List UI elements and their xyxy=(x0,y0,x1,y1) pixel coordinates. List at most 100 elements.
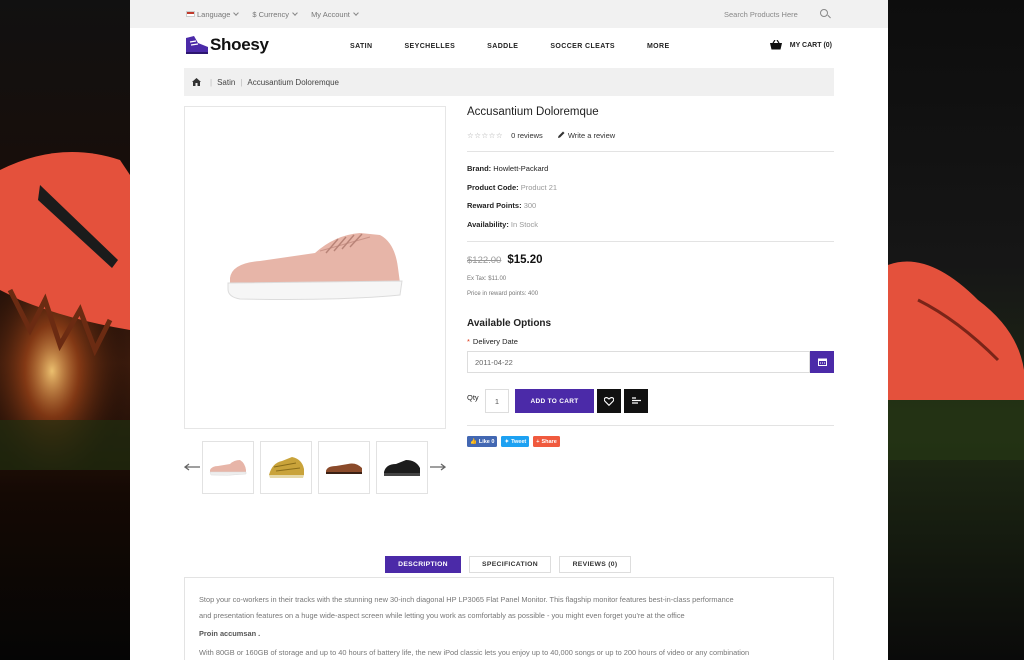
facebook-like-label: Like 0 xyxy=(478,438,495,445)
shoe-logo-icon xyxy=(186,36,208,54)
quantity-input[interactable] xyxy=(485,389,509,413)
wishlist-button[interactable] xyxy=(597,389,621,413)
spec-label: Availability: xyxy=(467,219,509,229)
breadcrumb-separator: | xyxy=(240,77,243,87)
spec-value[interactable]: Howlett-Packard xyxy=(493,164,548,173)
spec-value: In Stock xyxy=(510,219,539,229)
add-to-cart-button[interactable]: ADD TO CART xyxy=(515,389,594,413)
compare-button[interactable] xyxy=(624,389,648,413)
product-title: Accusantium Doloremque xyxy=(467,106,599,118)
thumbnail-gold-sneaker[interactable] xyxy=(260,441,312,494)
share-button[interactable]: + Share xyxy=(533,436,560,447)
nav-item-saddle[interactable]: SADDLE xyxy=(487,43,518,50)
spec-label: Reward Points: xyxy=(467,201,522,210)
price-row: $122.00 $15.20 xyxy=(467,254,834,266)
tab-specification[interactable]: SPECIFICATION xyxy=(469,556,551,573)
account-label: My Account xyxy=(311,9,350,19)
plus-icon: + xyxy=(536,438,540,445)
rating-stars: ☆☆☆☆☆ xyxy=(467,130,504,140)
heart-icon xyxy=(604,396,614,406)
pink-sneaker-image xyxy=(209,459,247,476)
thumbnail-strip xyxy=(184,441,446,495)
social-share-row: 👍 Like 0 ✦ Tweet + Share xyxy=(467,436,834,447)
reviews-link[interactable]: 0 reviews xyxy=(511,131,543,140)
tweet-button[interactable]: ✦ Tweet xyxy=(501,436,530,447)
cart-label: MY CART (0) xyxy=(789,41,832,49)
available-options-title: Available Options xyxy=(467,318,552,329)
description-panel: Stop your co-workers in their tracks wit… xyxy=(184,577,834,660)
new-price: $15.20 xyxy=(507,254,543,266)
black-sneaker-image xyxy=(384,459,420,476)
flag-icon xyxy=(186,11,195,17)
breadcrumb-item-satin[interactable]: Satin xyxy=(217,78,235,87)
background-left-artwork xyxy=(0,0,130,660)
spec-product-code: Product Code: Product 21 xyxy=(467,179,834,198)
product-shoe-image xyxy=(227,232,403,300)
delivery-date-row xyxy=(467,351,834,373)
divider xyxy=(467,151,834,152)
breadcrumb-item-current: Accusantium Doloremque xyxy=(247,77,339,87)
nav-item-seychelles[interactable]: SEYCHELLES xyxy=(404,43,455,50)
currency-dropdown[interactable]: $ Currency xyxy=(252,9,298,19)
pencil-icon xyxy=(557,131,565,138)
ex-tax-note: Ex Tax: $11.00 xyxy=(467,276,507,282)
logo-text: Shoesy xyxy=(210,35,269,54)
breadcrumb: | Satin | Accusantium Doloremque xyxy=(184,68,834,96)
arrow-left-icon[interactable] xyxy=(184,463,200,471)
main-product-image[interactable] xyxy=(184,106,446,429)
old-price: $122.00 xyxy=(467,255,502,266)
tab-description[interactable]: DESCRIPTION xyxy=(385,556,461,573)
cart-button[interactable]: MY CART (0) xyxy=(769,40,832,50)
top-bar: Language $ Currency My Account xyxy=(130,0,888,28)
required-marker: * xyxy=(467,337,470,346)
delivery-date-label: * Delivery Date xyxy=(467,337,834,346)
nav-item-more[interactable]: MORE xyxy=(647,43,670,50)
spec-availability: Availability: In Stock xyxy=(467,216,834,235)
nav-item-soccer-cleats[interactable]: SOCCER CLEATS xyxy=(550,43,615,50)
gold-sneaker-image xyxy=(269,456,304,478)
tab-reviews[interactable]: REVIEWS (0) xyxy=(559,556,631,573)
rating-row: ☆☆☆☆☆ 0 reviews Write a review xyxy=(467,129,834,141)
arrow-right-icon[interactable] xyxy=(430,463,446,471)
write-review-link[interactable]: Write a review xyxy=(568,131,615,140)
main-nav: SATIN SEYCHELLES SADDLE SOCCER CLEATS MO… xyxy=(350,43,702,50)
spec-brand: Brand: Howlett-Packard xyxy=(467,160,834,179)
description-paragraph: Stop your co-workers in their tracks wit… xyxy=(199,595,734,604)
language-dropdown[interactable]: Language xyxy=(186,10,240,19)
spec-label: Brand: xyxy=(467,164,492,173)
calendar-button[interactable] xyxy=(810,351,834,373)
search-icon[interactable] xyxy=(820,9,830,19)
thumbnail-pink-sneaker[interactable] xyxy=(202,441,254,494)
chevron-down-icon xyxy=(353,9,359,16)
reward-points-note: Price in reward points: 400 xyxy=(467,291,539,297)
description-heading: Proin accumsan . xyxy=(199,629,261,638)
home-icon[interactable] xyxy=(192,78,201,86)
account-dropdown[interactable]: My Account xyxy=(311,9,359,19)
currency-label: $ Currency xyxy=(252,9,290,19)
header: Shoesy SATIN SEYCHELLES SADDLE SOCCER CL… xyxy=(130,28,888,68)
breadcrumb-separator: | xyxy=(210,77,213,87)
search-bar xyxy=(724,0,830,28)
compare-icon xyxy=(631,397,641,404)
brown-shoe-image xyxy=(326,463,362,474)
spec-label: Product Code: xyxy=(467,182,519,192)
logo[interactable]: Shoesy xyxy=(184,34,269,56)
thumbs-up-icon: 👍 xyxy=(470,438,477,445)
quantity-row: Qty ADD TO CART xyxy=(467,389,834,413)
background-right-artwork xyxy=(888,0,1024,660)
facebook-like-button[interactable]: 👍 Like 0 xyxy=(467,436,498,447)
delivery-date-label-text: Delivery Date xyxy=(472,337,518,346)
thumbnail-brown-shoe[interactable] xyxy=(318,441,370,494)
divider xyxy=(467,241,834,242)
chevron-down-icon xyxy=(292,9,298,16)
thumbnail-black-sneaker[interactable] xyxy=(376,441,428,494)
product-tabs: DESCRIPTION SPECIFICATION REVIEWS (0) xyxy=(385,556,639,573)
spec-value: Product 21 xyxy=(520,182,558,192)
nav-item-satin[interactable]: SATIN xyxy=(350,43,372,50)
delivery-date-input[interactable] xyxy=(467,351,810,373)
search-input[interactable] xyxy=(724,9,816,19)
product-specs: Brand: Howlett-Packard Product Code: Pro… xyxy=(467,160,834,234)
spec-value: 300 xyxy=(523,201,537,210)
share-label: Share xyxy=(541,438,557,445)
description-paragraph: With 80GB or 160GB of storage and up to … xyxy=(199,647,750,657)
